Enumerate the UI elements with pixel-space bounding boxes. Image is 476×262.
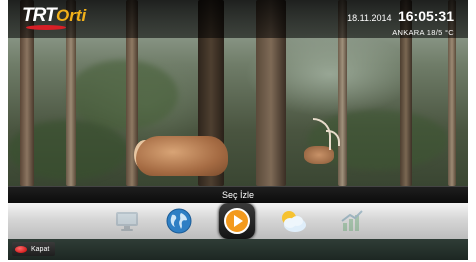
logo-text-trt: TRT xyxy=(22,5,57,26)
menu-item-tv[interactable] xyxy=(112,206,142,236)
top-bar: TRT Orti 18.11.2014 16:05:31 ANKARA 18/5… xyxy=(8,0,468,38)
bottom-bar: Kapat xyxy=(8,239,468,260)
weather-icon xyxy=(282,211,306,232)
tv-icon xyxy=(116,212,138,231)
globe-icon xyxy=(166,208,192,234)
red-key-icon xyxy=(15,245,27,253)
clock-text: 16:05:31 xyxy=(397,8,454,24)
logo-text-orti: Orti xyxy=(56,6,87,25)
menu-item-chart[interactable] xyxy=(337,206,367,236)
logo-swoosh xyxy=(26,25,66,30)
tv-screen: TRT Orti 18.11.2014 16:05:31 ANKARA 18/5… xyxy=(8,0,468,260)
menu-item-play[interactable] xyxy=(219,203,255,239)
play-icon xyxy=(224,208,250,234)
menu-item-globe[interactable] xyxy=(164,206,194,236)
close-button[interactable]: Kapat xyxy=(12,242,56,256)
date-text: 18.11.2014 xyxy=(347,13,392,23)
menu-item-weather[interactable] xyxy=(278,206,308,236)
trt-orti-logo: TRT Orti xyxy=(22,5,96,30)
close-button-label: Kapat xyxy=(31,245,50,253)
menu-label-strip: Seç İzle xyxy=(8,186,468,204)
app-menu-bar xyxy=(8,203,468,239)
selected-menu-label: Seç İzle xyxy=(221,190,254,200)
weather-location: ANKARA 18/5 °C xyxy=(392,28,454,37)
foliage xyxy=(68,60,178,130)
datetime-panel: 18.11.2014 16:05:31 ANKARA 18/5 °C xyxy=(347,8,454,37)
deer-body xyxy=(136,136,228,176)
chart-icon xyxy=(341,210,363,231)
